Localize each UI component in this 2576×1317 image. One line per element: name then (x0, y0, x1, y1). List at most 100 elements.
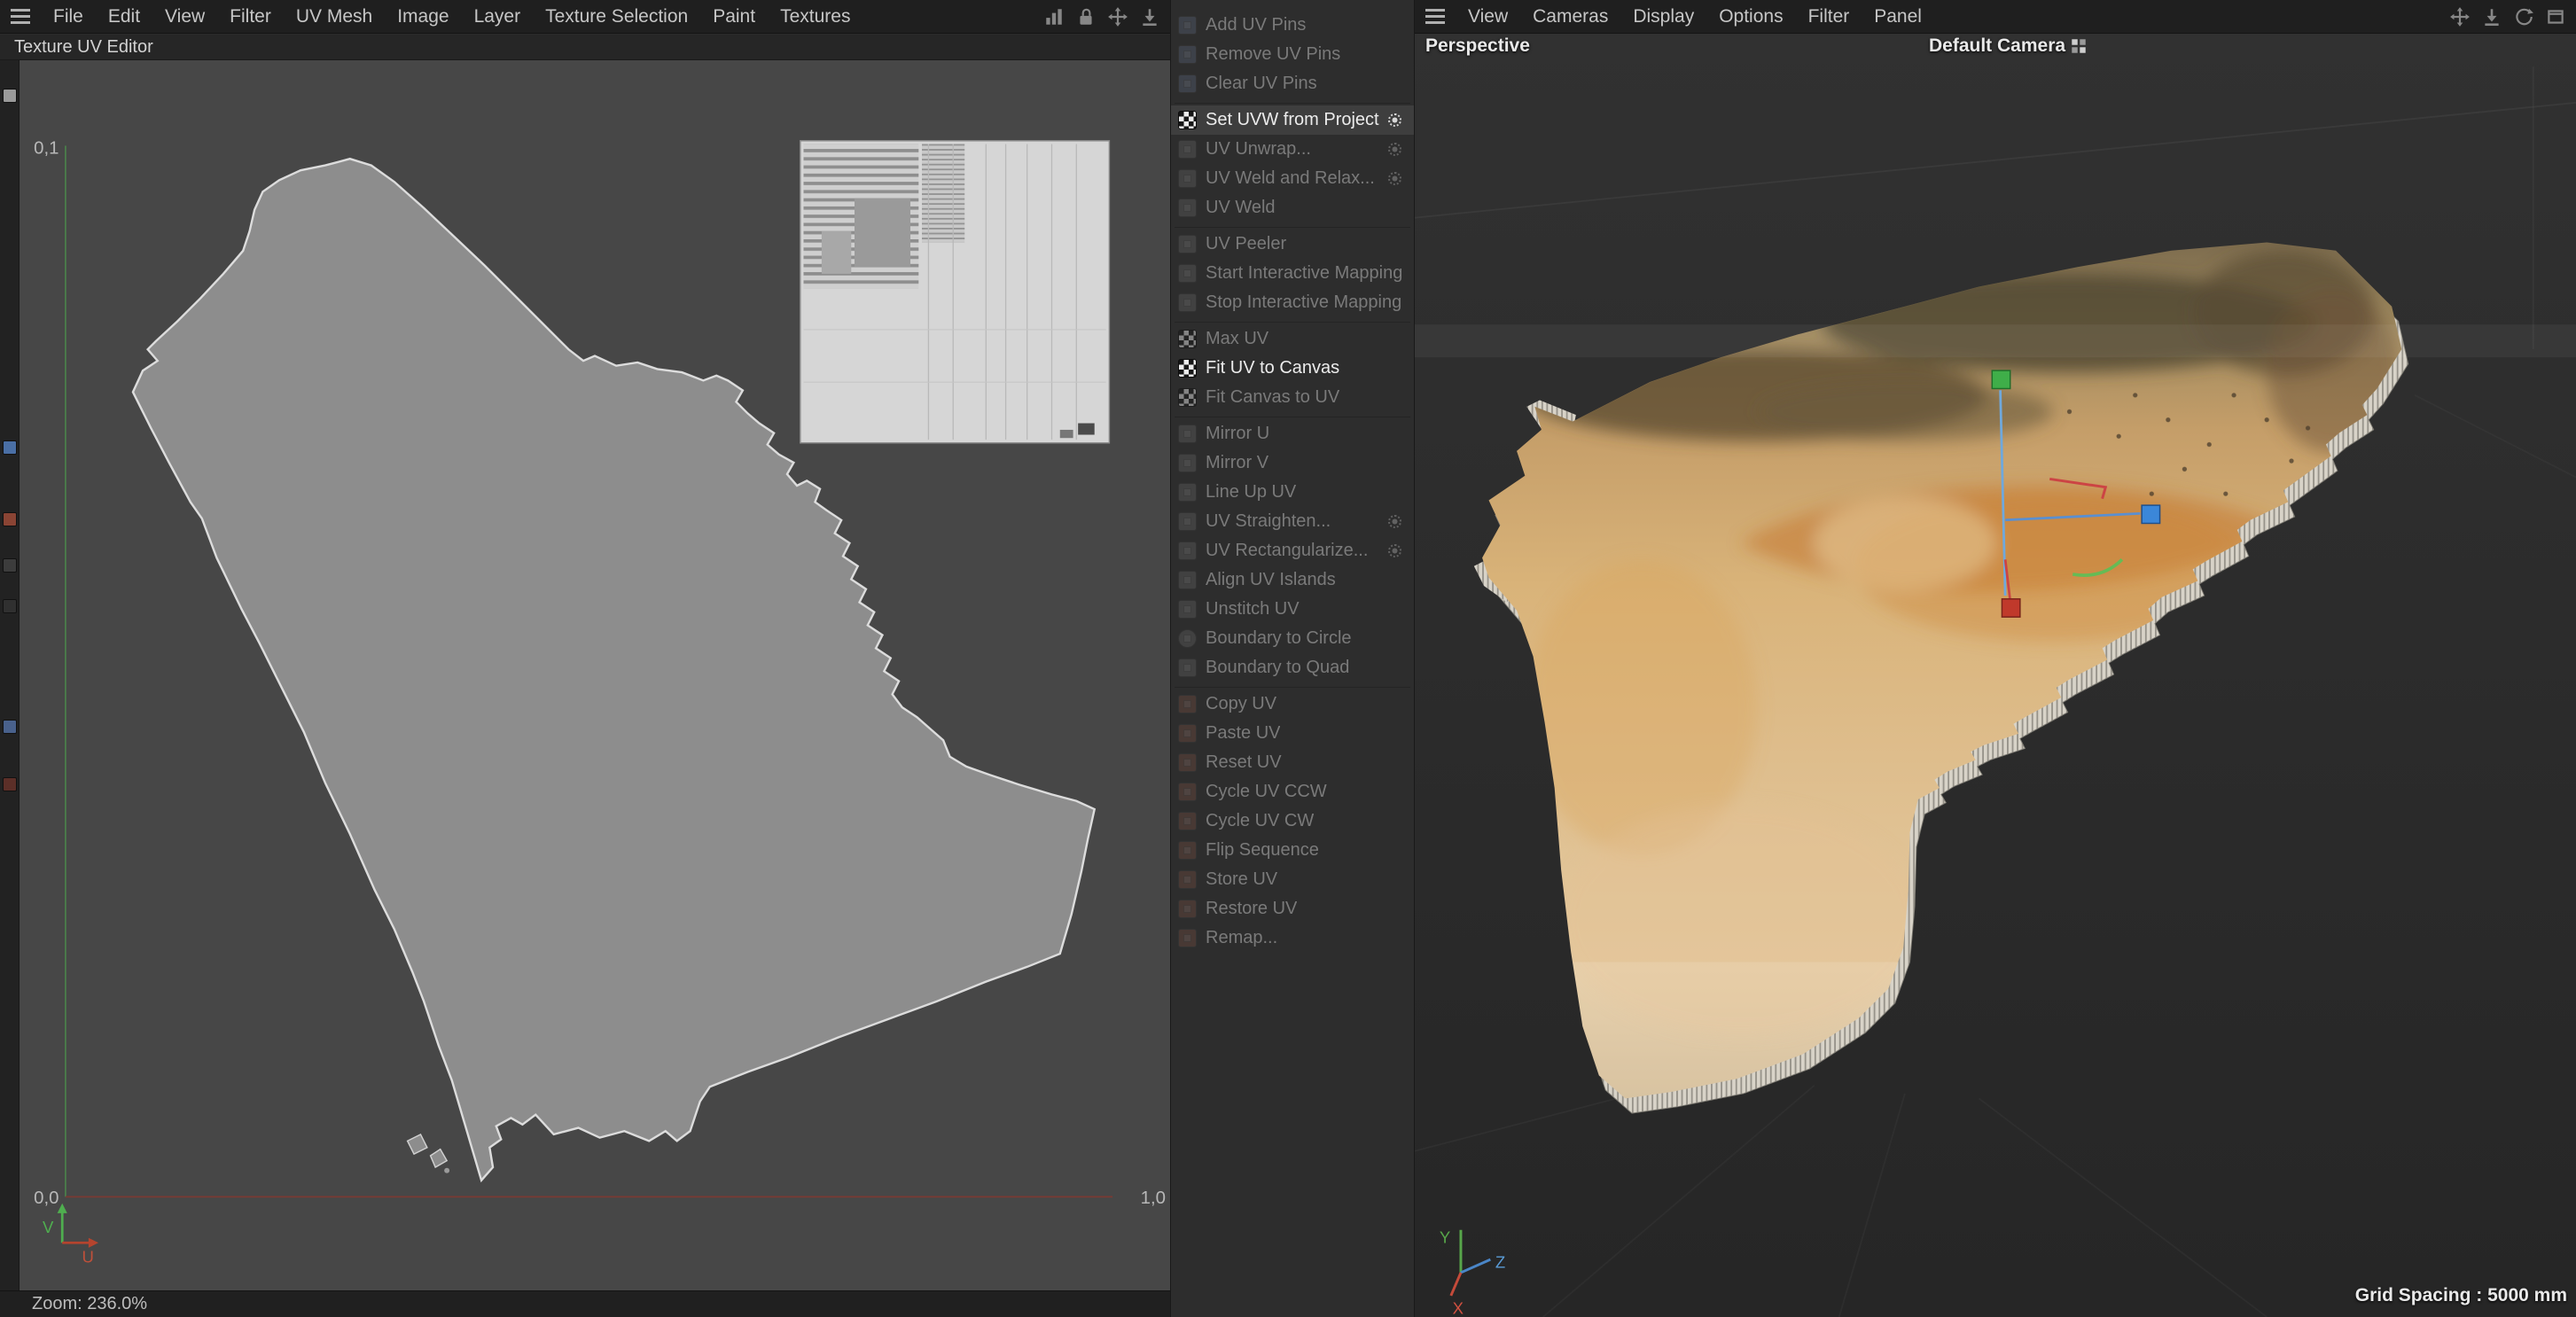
uv-command-list: Add UV Pins Remove UV Pins Clear UV Pins Se… (1171, 11, 1414, 953)
uv-canvas[interactable]: 0,1 0,0 1,0 V U (20, 60, 1170, 1290)
camera-grid-icon[interactable] (2071, 38, 2087, 54)
command-label: Set UVW from Projection... (1206, 110, 1379, 129)
command-label: Align UV Islands (1206, 570, 1336, 589)
command-reset-uv[interactable]: Reset UV (1171, 748, 1414, 777)
checker-dim-icon (1178, 330, 1197, 348)
menu-item-filter[interactable]: Filter (217, 6, 284, 27)
lock-icon[interactable] (1074, 5, 1097, 28)
checker-dim-icon (1178, 388, 1197, 407)
command-label: UV Peeler (1206, 234, 1287, 253)
uv-island-dot (444, 1167, 450, 1173)
dock-swatch-5[interactable] (3, 720, 17, 734)
dock-swatch-3[interactable] (3, 558, 17, 573)
command-store-uv[interactable]: Store UV (1171, 865, 1414, 894)
command-set-uvw-from-projection[interactable]: Set UVW from Projection... (1171, 105, 1414, 135)
gear-icon[interactable] (1388, 515, 1401, 528)
menu-item-filter[interactable]: Filter (1796, 6, 1862, 27)
axis-label-y: Y (1440, 1228, 1450, 1247)
command-label: Cycle UV CCW (1206, 782, 1327, 801)
command-separator (1175, 319, 1410, 323)
menu-item-textures[interactable]: Textures (768, 6, 863, 27)
command-uv-straighten[interactable]: UV Straighten... (1171, 507, 1414, 536)
menu-item-layer[interactable]: Layer (462, 6, 534, 27)
command-line-up-uv[interactable]: Line Up UV (1171, 478, 1414, 507)
texture-preview[interactable] (800, 140, 1111, 444)
command-label: Max UV (1206, 329, 1269, 348)
command-uv-unwrap[interactable]: UV Unwrap... (1171, 135, 1414, 164)
axis-label-x: X (1453, 1298, 1464, 1317)
command-clear-uv-pins[interactable]: Clear UV Pins (1171, 69, 1414, 98)
dock-swatch-6[interactable] (3, 777, 17, 791)
command-uv-rectangularize[interactable]: UV Rectangularize... (1171, 536, 1414, 565)
command-copy-uv[interactable]: Copy UV (1171, 690, 1414, 719)
hamburger-menu-icon[interactable] (0, 9, 41, 24)
command-stop-interactive-mapping[interactable]: Stop Interactive Mapping (1171, 288, 1414, 317)
menu-item-cameras[interactable]: Cameras (1520, 6, 1620, 27)
command-boundary-to-circle[interactable]: Boundary to Circle (1171, 624, 1414, 653)
command-label: Line Up UV (1206, 482, 1297, 502)
download-icon[interactable] (2480, 5, 2503, 28)
menu-item-panel[interactable]: Panel (1862, 6, 1934, 27)
viewport-camera-label[interactable]: Default Camera (1929, 35, 2087, 57)
command-fit-uv-to-canvas[interactable]: Fit UV to Canvas (1171, 354, 1414, 383)
viewport-view-label[interactable]: Perspective (1425, 35, 1530, 57)
menu-item-view[interactable]: View (152, 6, 217, 27)
gear-icon[interactable] (1388, 113, 1401, 127)
gear-icon[interactable] (1388, 172, 1401, 185)
dock-swatch-1[interactable] (3, 440, 17, 455)
dock-swatch-2[interactable] (3, 512, 17, 526)
menu-item-texture-selection[interactable]: Texture Selection (533, 6, 700, 27)
command-add-uv-pins[interactable]: Add UV Pins (1171, 11, 1414, 40)
command-cycle-uv-cw[interactable]: Cycle UV CW (1171, 807, 1414, 836)
command-unstitch-uv[interactable]: Unstitch UV (1171, 595, 1414, 624)
gear-icon[interactable] (1388, 143, 1401, 156)
maximize-icon[interactable] (2544, 5, 2567, 28)
left-dock (0, 60, 20, 1290)
command-mirror-u[interactable]: Mirror U (1171, 419, 1414, 448)
command-remove-uv-pins[interactable]: Remove UV Pins (1171, 40, 1414, 69)
hamburger-menu-icon[interactable] (1415, 9, 1456, 24)
histogram-icon[interactable] (1042, 5, 1066, 28)
rotate-icon[interactable] (2512, 5, 2535, 28)
command-flip-sequence[interactable]: Flip Sequence (1171, 836, 1414, 865)
menu-item-paint[interactable]: Paint (700, 6, 768, 27)
menu-item-display[interactable]: Display (1620, 6, 1706, 27)
uv-editor-menubar-icons (1042, 5, 1170, 28)
command-cycle-uv-ccw[interactable]: Cycle UV CCW (1171, 777, 1414, 807)
u-axis-label: U (82, 1248, 93, 1266)
menu-item-options[interactable]: Options (1706, 6, 1795, 27)
gear-icon[interactable] (1388, 544, 1401, 557)
viewport-3d[interactable]: View Cameras Display Options Filter Panel Per… (1415, 0, 2576, 1317)
command-label: Start Interactive Mapping (1206, 263, 1403, 283)
command-uv-weld[interactable]: UV Weld (1171, 193, 1414, 222)
menu-item-uv-mesh[interactable]: UV Mesh (284, 6, 385, 27)
menu-item-file[interactable]: File (41, 6, 96, 27)
move-icon[interactable] (2448, 5, 2471, 28)
command-uv-peeler[interactable]: UV Peeler (1171, 230, 1414, 259)
menu-item-edit[interactable]: Edit (96, 6, 152, 27)
download-icon[interactable] (1138, 5, 1161, 28)
gizmo-handle-z[interactable] (2141, 504, 2161, 525)
menu-item-image[interactable]: Image (385, 6, 461, 27)
command-fit-canvas-to-uv[interactable]: Fit Canvas to UV (1171, 383, 1414, 412)
viewport-scene[interactable]: Y Z X (1415, 34, 2576, 1317)
command-restore-uv[interactable]: Restore UV (1171, 894, 1414, 923)
command-mirror-v[interactable]: Mirror V (1171, 448, 1414, 478)
dock-swatch-0[interactable] (3, 89, 17, 103)
command-align-uv-islands[interactable]: Align UV Islands (1171, 565, 1414, 595)
command-uv-weld-and-relax[interactable]: UV Weld and Relax... (1171, 164, 1414, 193)
command-paste-uv[interactable]: Paste UV (1171, 719, 1414, 748)
dock-swatch-4[interactable] (3, 599, 17, 613)
command-label: UV Weld (1206, 198, 1276, 217)
gizmo-handle-x[interactable] (2001, 598, 2021, 618)
move-icon[interactable] (1106, 5, 1129, 28)
menu-item-view[interactable]: View (1456, 6, 1520, 27)
gizmo-handle-y[interactable] (1991, 370, 2011, 390)
command-remap[interactable]: Remap... (1171, 923, 1414, 953)
uv-command-panel: Add UV Pins Remove UV Pins Clear UV Pins Se… (1170, 0, 1415, 1317)
command-start-interactive-mapping[interactable]: Start Interactive Mapping (1171, 259, 1414, 288)
command-max-uv[interactable]: Max UV (1171, 324, 1414, 354)
command-label: Mirror U (1206, 424, 1270, 443)
command-boundary-to-quad[interactable]: Boundary to Quad (1171, 653, 1414, 682)
mirror-icon (1178, 454, 1197, 472)
